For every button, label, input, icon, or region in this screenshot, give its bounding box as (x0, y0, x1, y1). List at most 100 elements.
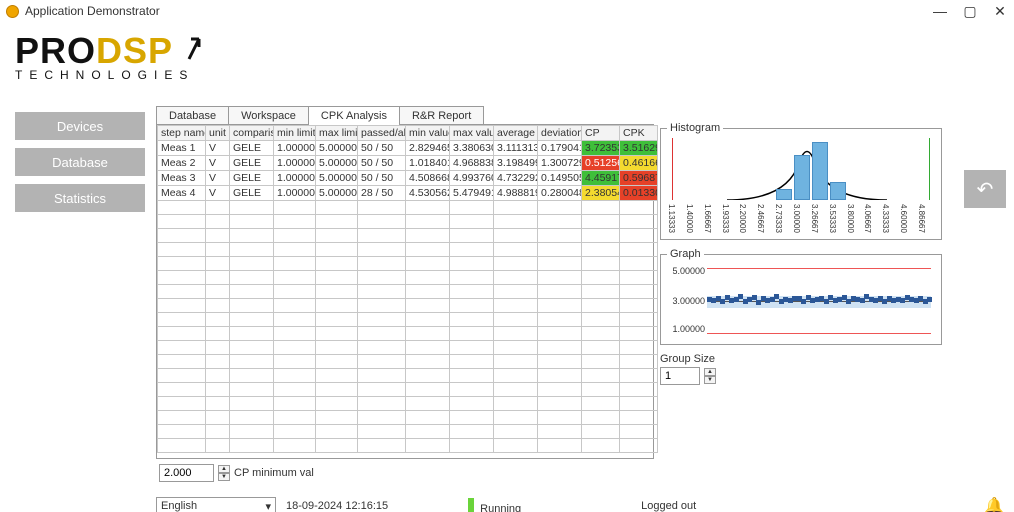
table-row (158, 369, 658, 383)
x-tick-label: 2.73333 (774, 204, 783, 233)
table-cell: 4.993760 (450, 171, 494, 186)
table-row (158, 397, 658, 411)
table-row (158, 285, 658, 299)
histogram-bar (830, 182, 846, 200)
y-tick-label: 1.00000 (667, 324, 705, 334)
column-header: max value (450, 126, 494, 141)
table-cell: 2.380548 (582, 186, 620, 201)
undo-button[interactable]: ↶ (964, 170, 1006, 208)
tab-bar: Database Workspace CPK Analysis R&R Repo… (156, 106, 483, 125)
x-tick-label: 2.46667 (756, 204, 765, 233)
cp-minimum-down[interactable]: ▼ (218, 473, 230, 481)
table-cell: 0.512563 (582, 156, 620, 171)
upper-limit-line (707, 268, 931, 269)
table-cell: 0.280048 (538, 186, 582, 201)
table-cell: GELE (230, 156, 274, 171)
status-label: Running (480, 503, 521, 512)
table-cell: V (206, 186, 230, 201)
table-row (158, 299, 658, 313)
x-tick-label: 1.40000 (685, 204, 694, 233)
table-cell: GELE (230, 141, 274, 156)
cp-minimum-input[interactable] (159, 464, 214, 482)
table-cell: 4.530562 (406, 186, 450, 201)
histogram-bar (794, 155, 810, 200)
y-tick-label: 3.00000 (667, 296, 705, 306)
cpk-table-panel: step nameunitcompariscmin limitmax limit… (156, 124, 654, 459)
table-cell: GELE (230, 186, 274, 201)
app-icon (6, 5, 19, 18)
table-cell: 5.000000 (316, 141, 358, 156)
column-header: deviation (538, 126, 582, 141)
table-row (158, 215, 658, 229)
table-cell: 1.018401 (406, 156, 450, 171)
table-cell: Meas 2 (158, 156, 206, 171)
minimize-button[interactable]: — (934, 5, 946, 17)
table-cell: Meas 4 (158, 186, 206, 201)
table-cell: 5.000000 (316, 186, 358, 201)
cp-minimum-up[interactable]: ▲ (218, 465, 230, 473)
table-cell: 1.000000 (274, 141, 316, 156)
sidebar-item-database[interactable]: Database (15, 148, 145, 176)
table-cell: 3.198499 (494, 156, 538, 171)
language-select[interactable]: English ▾ (156, 497, 276, 512)
x-tick-label: 3.26667 (810, 204, 819, 233)
table-cell: 5.000000 (316, 156, 358, 171)
cpk-table: step nameunitcompariscmin limitmax limit… (157, 125, 658, 453)
x-tick-label: 1.13333 (667, 204, 676, 233)
table-cell: 5.479491 (450, 186, 494, 201)
tab-workspace[interactable]: Workspace (228, 106, 309, 125)
sidebar-item-devices[interactable]: Devices (15, 112, 145, 140)
graph-title: Graph (667, 248, 704, 260)
column-header: average (494, 126, 538, 141)
table-cell: 50 / 50 (358, 171, 406, 186)
table-row (158, 271, 658, 285)
table-row (158, 341, 658, 355)
tab-cpk-analysis[interactable]: CPK Analysis (308, 106, 400, 125)
status-light-icon (468, 498, 474, 512)
table-row[interactable]: Meas 1VGELE1.0000005.00000050 / 502.8294… (158, 141, 658, 156)
table-cell: V (206, 141, 230, 156)
table-cell: 28 / 50 (358, 186, 406, 201)
bell-icon[interactable]: 🔔 (984, 496, 1004, 512)
table-row (158, 355, 658, 369)
sidebar: Devices Database Statistics (15, 112, 145, 212)
table-row (158, 411, 658, 425)
tab-rr-report[interactable]: R&R Report (399, 106, 484, 125)
table-row[interactable]: Meas 3VGELE1.0000005.00000050 / 504.5086… (158, 171, 658, 186)
table-row (158, 229, 658, 243)
group-size-up[interactable]: ▲ (704, 368, 716, 376)
sidebar-item-statistics[interactable]: Statistics (15, 184, 145, 212)
x-tick-label: 3.80000 (846, 204, 855, 233)
x-tick-label: 1.93333 (721, 204, 730, 233)
table-cell: 4.459171 (582, 171, 620, 186)
table-cell: 0.596879 (620, 171, 658, 186)
x-tick-label: 4.33333 (881, 204, 890, 233)
table-row (158, 439, 658, 453)
table-cell: 0.461664 (620, 156, 658, 171)
column-header: step name (158, 126, 206, 141)
table-cell: 50 / 50 (358, 156, 406, 171)
table-cell: V (206, 171, 230, 186)
table-cell: 1.000000 (274, 171, 316, 186)
column-header: unit (206, 126, 230, 141)
table-row[interactable]: Meas 2VGELE1.0000005.00000050 / 501.0184… (158, 156, 658, 171)
login-status-label: Logged out (641, 500, 696, 512)
tab-database[interactable]: Database (156, 106, 229, 125)
table-row[interactable]: Meas 4VGELE1.0000005.00000028 / 504.5305… (158, 186, 658, 201)
column-header: min value (406, 126, 450, 141)
group-size-input[interactable] (660, 367, 700, 385)
x-tick-label: 1.66667 (703, 204, 712, 233)
maximize-button[interactable]: ▢ (964, 5, 976, 17)
x-tick-label: 3.00000 (792, 204, 801, 233)
group-size-down[interactable]: ▼ (704, 376, 716, 384)
table-cell: 0.013309 (620, 186, 658, 201)
table-cell: 3.380630 (450, 141, 494, 156)
logo-pro: PRO (15, 30, 96, 72)
table-cell: 4.968838 (450, 156, 494, 171)
close-button[interactable]: ✕ (994, 5, 1006, 17)
table-row (158, 257, 658, 271)
cp-minimum-label: CP minimum val (234, 467, 314, 479)
column-header: CPK (620, 126, 658, 141)
x-tick-label: 4.60000 (899, 204, 908, 233)
brand-logo: PRO DSP TECHNOLOGIES (15, 30, 201, 82)
